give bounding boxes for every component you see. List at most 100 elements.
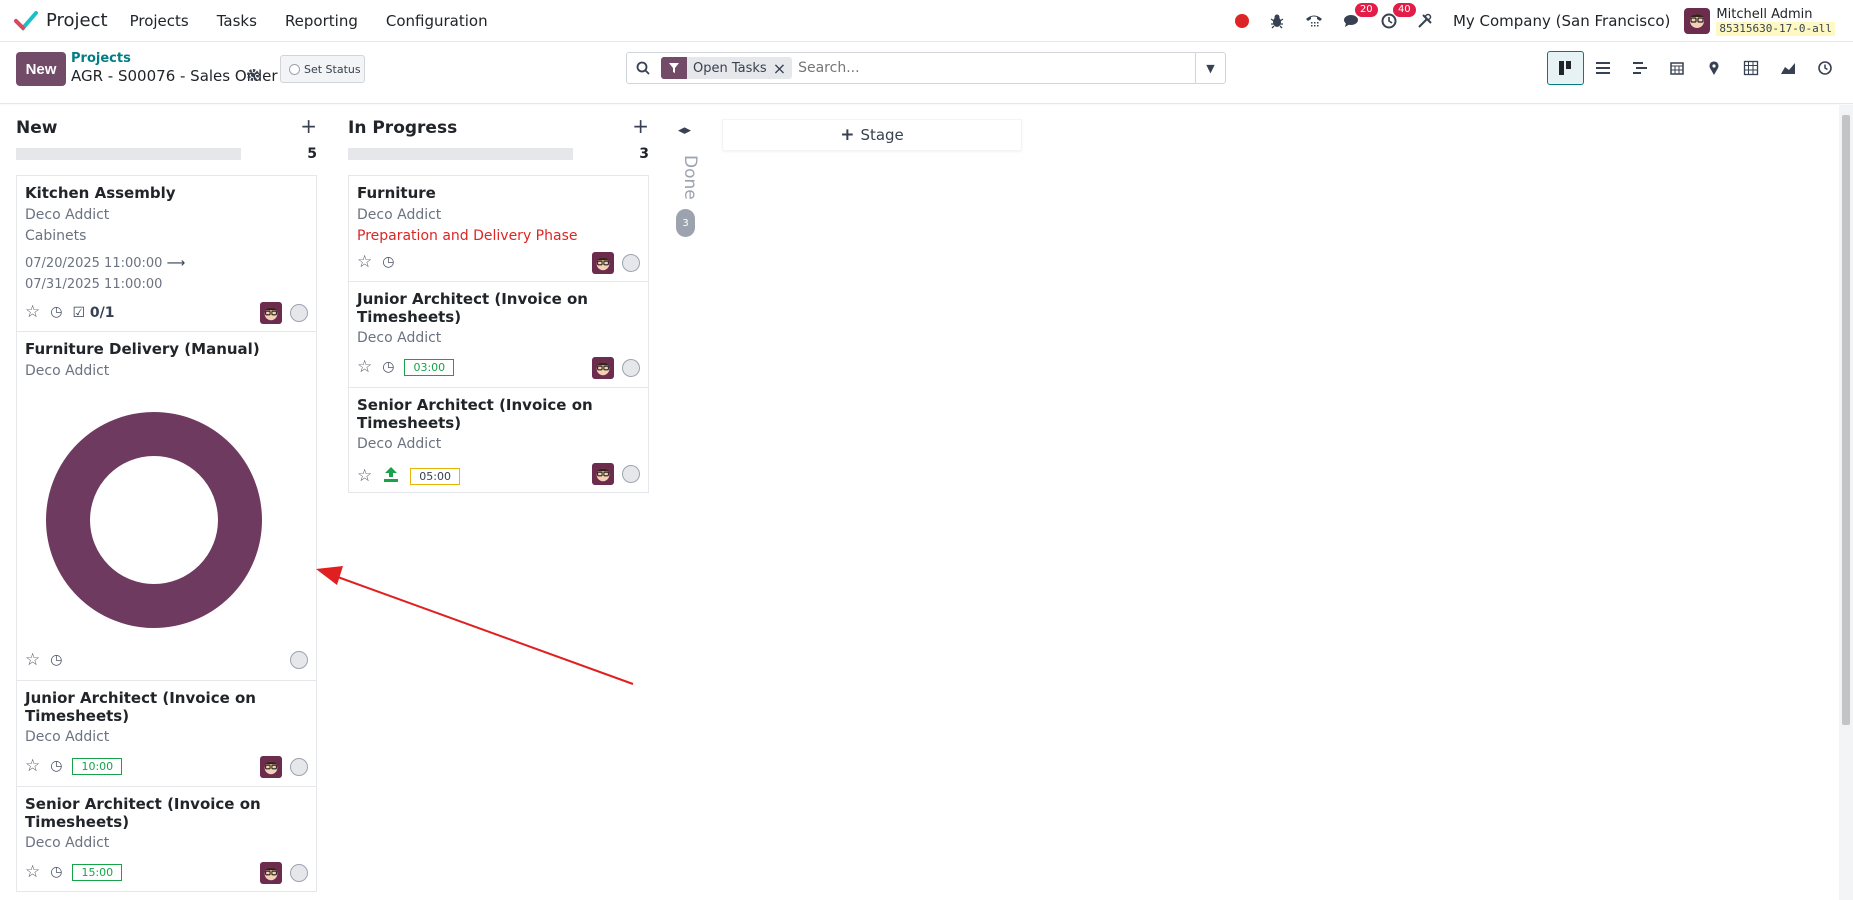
user-name[interactable]: Mitchell Admin	[1716, 7, 1835, 22]
activity-clock-icon[interactable]: ◷	[50, 864, 62, 881]
activities-clock-icon[interactable]: 40	[1381, 3, 1416, 29]
card-footer: ☆ 05:00	[357, 465, 470, 487]
activity-clock-icon[interactable]: ◷	[382, 254, 394, 271]
tools-icon[interactable]	[1417, 13, 1433, 29]
star-icon[interactable]: ☆	[25, 304, 40, 321]
card-footer: ☆ ◷ 15:00	[25, 864, 132, 881]
column-progress-bar[interactable]	[348, 148, 573, 160]
card-title: Kitchen Assembly	[25, 184, 176, 202]
checklist-progress[interactable]: ☑ 0/1	[72, 305, 114, 321]
new-button[interactable]: New	[16, 52, 66, 86]
card-footer: ☆ ◷	[25, 652, 72, 669]
kanban-card[interactable]: Junior Architect (Invoice on Timesheets)…	[16, 680, 317, 786]
project-app-icon	[14, 10, 38, 31]
menu-projects[interactable]: Projects	[130, 12, 189, 30]
pivot-view-button[interactable]	[1732, 51, 1769, 85]
gear-icon[interactable]	[246, 68, 260, 86]
star-icon[interactable]: ☆	[357, 254, 372, 271]
card-assignees	[260, 302, 308, 324]
activity-clock-icon[interactable]: ◷	[50, 652, 62, 669]
kanban-state-circle[interactable]	[622, 254, 640, 272]
assignee-avatar[interactable]	[260, 756, 282, 778]
messages-icon[interactable]: 20	[1343, 3, 1378, 29]
activity-clock-icon	[1817, 61, 1832, 75]
list-view-button[interactable]	[1584, 51, 1621, 85]
scrollbar-thumb[interactable]	[1842, 115, 1850, 725]
top-navbar: Project Projects Tasks Reporting Configu…	[0, 0, 1853, 42]
quick-create-plus-icon[interactable]: +	[300, 114, 317, 138]
user-menu[interactable]: Mitchell Admin 85315630-17-0-all	[1716, 7, 1835, 36]
assignee-avatar[interactable]	[260, 862, 282, 884]
debug-bug-icon[interactable]	[1269, 13, 1285, 29]
menu-reporting[interactable]: Reporting	[285, 12, 358, 30]
activity-clock-icon[interactable]: ◷	[50, 304, 62, 321]
card-assignees	[260, 862, 308, 884]
assignee-avatar[interactable]	[592, 252, 614, 274]
set-status-button[interactable]: Set Status	[280, 55, 365, 83]
map-view-button[interactable]	[1695, 51, 1732, 85]
kanban-state-circle[interactable]	[290, 758, 308, 776]
column-progress-bar[interactable]	[16, 148, 241, 160]
kanban-card[interactable]: Senior Architect (Invoice on Timesheets)…	[16, 786, 317, 892]
allocated-hours-badge: 10:00	[72, 758, 123, 775]
phone-icon[interactable]	[1305, 13, 1323, 29]
map-pin-icon	[1709, 61, 1718, 75]
kanban-card[interactable]: Furniture Delivery (Manual) Deco Addict …	[16, 331, 317, 680]
kanban-card[interactable]: Junior Architect (Invoice on Timesheets)…	[348, 281, 649, 387]
star-icon[interactable]: ☆	[357, 467, 372, 485]
card-customer: Deco Addict	[25, 363, 110, 379]
recording-dot-icon[interactable]	[1234, 14, 1249, 28]
add-stage-button[interactable]: + Stage	[722, 119, 1022, 151]
breadcrumb-projects-link[interactable]: Projects	[71, 51, 131, 66]
card-assignees	[290, 651, 308, 669]
assignee-avatar[interactable]	[260, 302, 282, 324]
kanban-state-circle[interactable]	[290, 304, 308, 322]
star-icon[interactable]: ☆	[25, 758, 40, 775]
quick-create-plus-icon[interactable]: +	[632, 114, 649, 138]
menu-tasks[interactable]: Tasks	[217, 12, 257, 30]
star-icon[interactable]: ☆	[25, 652, 40, 669]
allocated-hours-badge: 15:00	[72, 864, 123, 881]
kanban-view-button[interactable]	[1547, 51, 1584, 85]
facet-label: Open Tasks	[693, 60, 767, 76]
activity-view-button[interactable]	[1806, 51, 1843, 85]
kanban-column-done-folded[interactable]: ◂▸ Done 3	[672, 105, 712, 237]
gantt-view-button[interactable]	[1621, 51, 1658, 85]
star-icon[interactable]: ☆	[25, 864, 40, 881]
search-bar: Open Tasks × ▼	[626, 52, 1226, 84]
kanban-card[interactable]: Senior Architect (Invoice on Timesheets)…	[348, 387, 649, 493]
upload-arrow-icon[interactable]	[382, 465, 400, 487]
app-brand[interactable]: Project	[14, 10, 108, 32]
vertical-scrollbar[interactable]	[1839, 105, 1853, 900]
search-facet: Open Tasks ×	[661, 57, 793, 79]
search-icon	[627, 61, 659, 75]
unfold-arrows-icon[interactable]: ◂▸	[678, 123, 691, 138]
caret-down-icon: ▼	[1206, 61, 1215, 75]
activity-clock-icon[interactable]: ◷	[382, 359, 394, 376]
kanban-state-circle[interactable]	[622, 465, 640, 483]
company-switcher[interactable]: My Company (San Francisco)	[1453, 12, 1670, 30]
database-name: 85315630-17-0-all	[1716, 21, 1835, 36]
messages-badge: 20	[1354, 3, 1378, 17]
search-input[interactable]	[798, 60, 1179, 76]
kanban-state-circle[interactable]	[622, 359, 640, 377]
calendar-view-button[interactable]	[1658, 51, 1695, 85]
menu-configuration[interactable]: Configuration	[386, 12, 488, 30]
assignee-avatar[interactable]	[592, 463, 614, 485]
activity-clock-icon[interactable]: ◷	[50, 758, 62, 775]
search-options-toggle[interactable]: ▼	[1195, 53, 1225, 83]
card-footer: ☆ ◷ 10:00	[25, 758, 132, 775]
kanban-card[interactable]: Furniture Deco Addict Preparation and De…	[348, 175, 649, 281]
column-title: In Progress	[348, 118, 458, 138]
user-avatar[interactable]	[1684, 8, 1711, 34]
kanban-card[interactable]: Kitchen Assembly Deco Addict Cabinets 07…	[16, 175, 317, 331]
app-name[interactable]: Project	[46, 10, 108, 31]
kanban-state-circle[interactable]	[290, 864, 308, 882]
gantt-icon	[1632, 62, 1647, 74]
star-icon[interactable]: ☆	[357, 359, 372, 376]
assignee-avatar[interactable]	[592, 357, 614, 379]
calendar-icon	[1669, 62, 1684, 75]
remove-facet-icon[interactable]: ×	[773, 59, 792, 78]
kanban-state-circle[interactable]	[290, 651, 308, 669]
graph-view-button[interactable]	[1769, 51, 1806, 85]
